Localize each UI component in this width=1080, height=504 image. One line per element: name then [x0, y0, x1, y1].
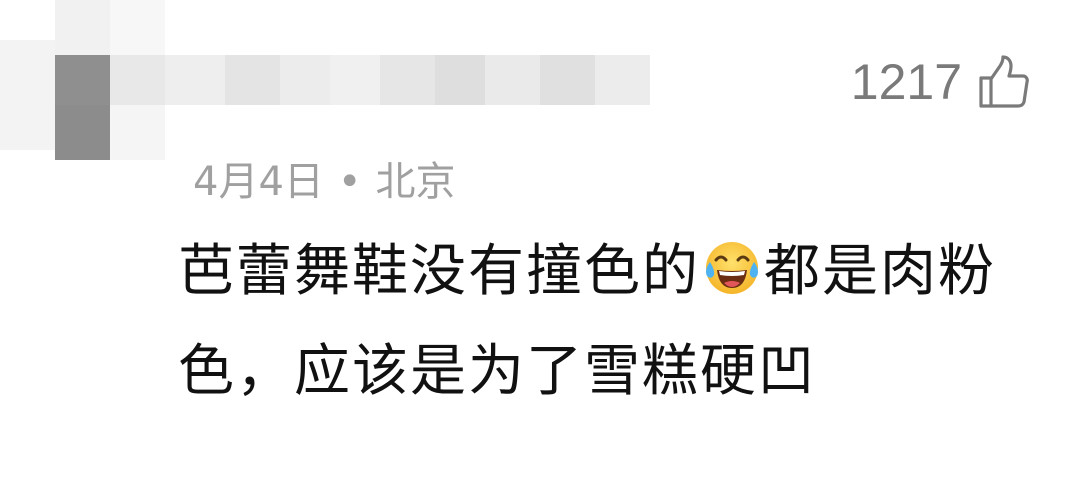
comment-date: 4月4日: [193, 159, 324, 205]
comment-location: 北京: [375, 159, 456, 205]
like-count: 1217: [850, 54, 962, 110]
thumbs-up-icon[interactable]: [976, 54, 1032, 110]
censored-username: [0, 0, 660, 170]
comment-text-part1: 芭蕾舞鞋没有撞色的: [178, 239, 700, 304]
comment-item: 1217 4月4日 • 北京 芭蕾舞鞋没有撞色的 都是肉粉色，应该是为了雪糕硬凹: [0, 0, 1080, 504]
laughing-tears-emoji-icon: [706, 242, 758, 294]
comment-body: 芭蕾舞鞋没有撞色的 都是肉粉色，应该是为了雪糕硬凹: [178, 222, 1008, 422]
meta-separator: •: [337, 159, 362, 205]
comment-meta: 4月4日 • 北京: [193, 156, 456, 208]
like-area[interactable]: 1217: [851, 50, 1032, 114]
